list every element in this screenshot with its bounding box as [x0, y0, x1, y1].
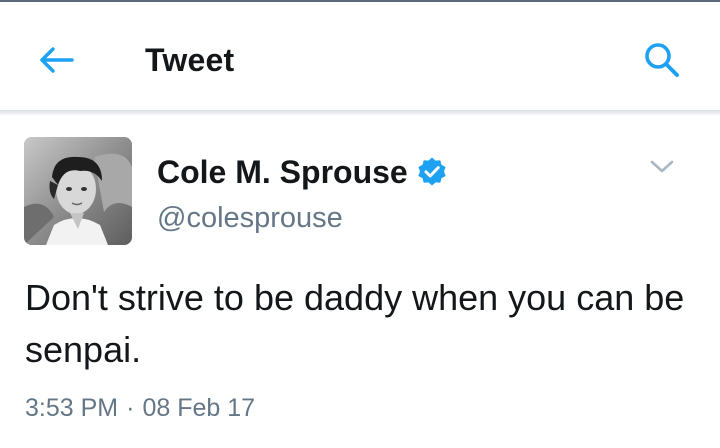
tweet-time: 3:53 PM: [25, 394, 119, 422]
app-bar: Tweet: [0, 2, 720, 110]
avatar[interactable]: [24, 137, 132, 245]
tweet-text: Don't strive to be daddy when you can be…: [25, 277, 685, 370]
author-name-row: Cole M. Sprouse: [157, 150, 448, 194]
search-button[interactable]: [636, 34, 688, 86]
back-button[interactable]: [28, 38, 84, 82]
app-bar-shadow: [0, 110, 720, 116]
author-name[interactable]: Cole M. Sprouse: [157, 150, 408, 194]
search-icon: [645, 43, 679, 77]
tweet-date: 08 Feb 17: [142, 394, 256, 422]
arrow-left-icon: [40, 47, 74, 73]
verified-badge-icon: [418, 157, 446, 186]
timestamp-separator: ·: [126, 394, 135, 422]
page-title: Tweet: [145, 42, 235, 78]
tweet-menu-button[interactable]: [642, 150, 682, 184]
chevron-down-icon: [650, 160, 674, 173]
author-handle[interactable]: @colesprouse: [157, 196, 343, 240]
tweet-timestamp: 3:53 PM · 08 Feb 17: [25, 388, 255, 428]
profile-photo: [24, 137, 132, 245]
